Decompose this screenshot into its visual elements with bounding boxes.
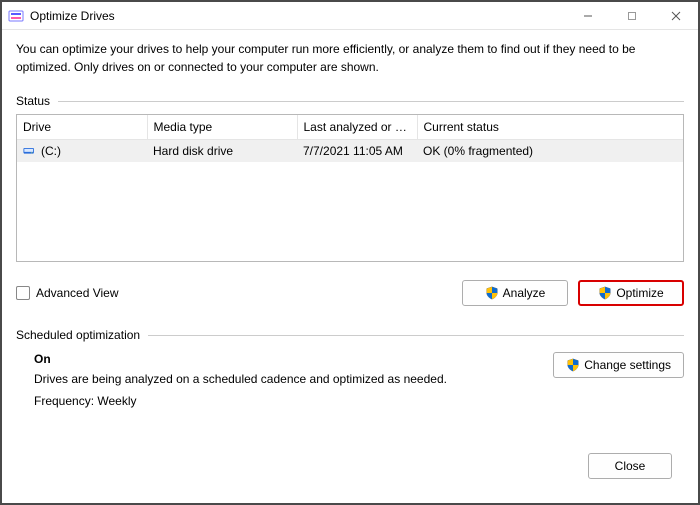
table-row[interactable]: (C:) Hard disk drive 7/7/2021 11:05 AM O… [17,140,683,163]
shield-icon [566,358,580,372]
minimize-button[interactable] [566,2,610,29]
scheduled-label: Scheduled optimization [16,328,140,342]
close-button-label: Close [615,459,646,473]
app-icon [8,8,24,24]
col-current-status[interactable]: Current status [417,115,683,140]
actions-row: Advanced View Analyze [16,280,684,306]
frequency-value: Weekly [97,394,136,408]
optimize-button-label: Optimize [616,286,663,300]
window-optimize-drives: Optimize Drives You can optimize your dr… [0,0,700,505]
window-title: Optimize Drives [30,9,566,23]
footer: Close [16,443,684,491]
checkbox-box [16,286,30,300]
cell-last-analyzed: 7/7/2021 11:05 AM [297,140,417,163]
optimize-button[interactable]: Optimize [578,280,684,306]
change-settings-button[interactable]: Change settings [553,352,684,378]
table-header-row: Drive Media type Last analyzed or o... C… [17,115,683,140]
scheduled-status: On [34,352,533,366]
col-media-type[interactable]: Media type [147,115,297,140]
cell-drive-label: (C:) [41,144,61,158]
maximize-button[interactable] [610,2,654,29]
description-text: You can optimize your drives to help you… [16,40,684,76]
close-window-button[interactable] [654,2,698,29]
frequency-label: Frequency: [34,394,94,408]
drives-table: Drive Media type Last analyzed or o... C… [17,115,683,162]
cell-media-type: Hard disk drive [147,140,297,163]
analyze-button-label: Analyze [503,286,546,300]
scheduled-body: On Drives are being analyzed on a schedu… [16,348,684,408]
col-last-analyzed[interactable]: Last analyzed or o... [297,115,417,140]
advanced-view-label: Advanced View [36,286,119,300]
cell-current-status: OK (0% fragmented) [417,140,683,163]
col-drive[interactable]: Drive [17,115,147,140]
shield-icon [598,286,612,300]
titlebar: Optimize Drives [2,2,698,30]
divider [58,101,684,102]
status-header: Status [16,94,684,108]
divider [148,335,684,336]
change-settings-label: Change settings [584,358,671,372]
scheduled-description: Drives are being analyzed on a scheduled… [34,372,533,386]
advanced-view-checkbox[interactable]: Advanced View [16,286,119,300]
status-label: Status [16,94,50,108]
cell-drive: (C:) [17,140,147,163]
content-area: You can optimize your drives to help you… [2,30,698,503]
scheduled-header: Scheduled optimization [16,328,684,342]
drives-table-wrap: Drive Media type Last analyzed or o... C… [16,114,684,262]
analyze-button[interactable]: Analyze [462,280,568,306]
close-button[interactable]: Close [588,453,672,479]
shield-icon [485,286,499,300]
scheduled-frequency: Frequency: Weekly [34,394,533,408]
drive-icon [23,144,37,158]
